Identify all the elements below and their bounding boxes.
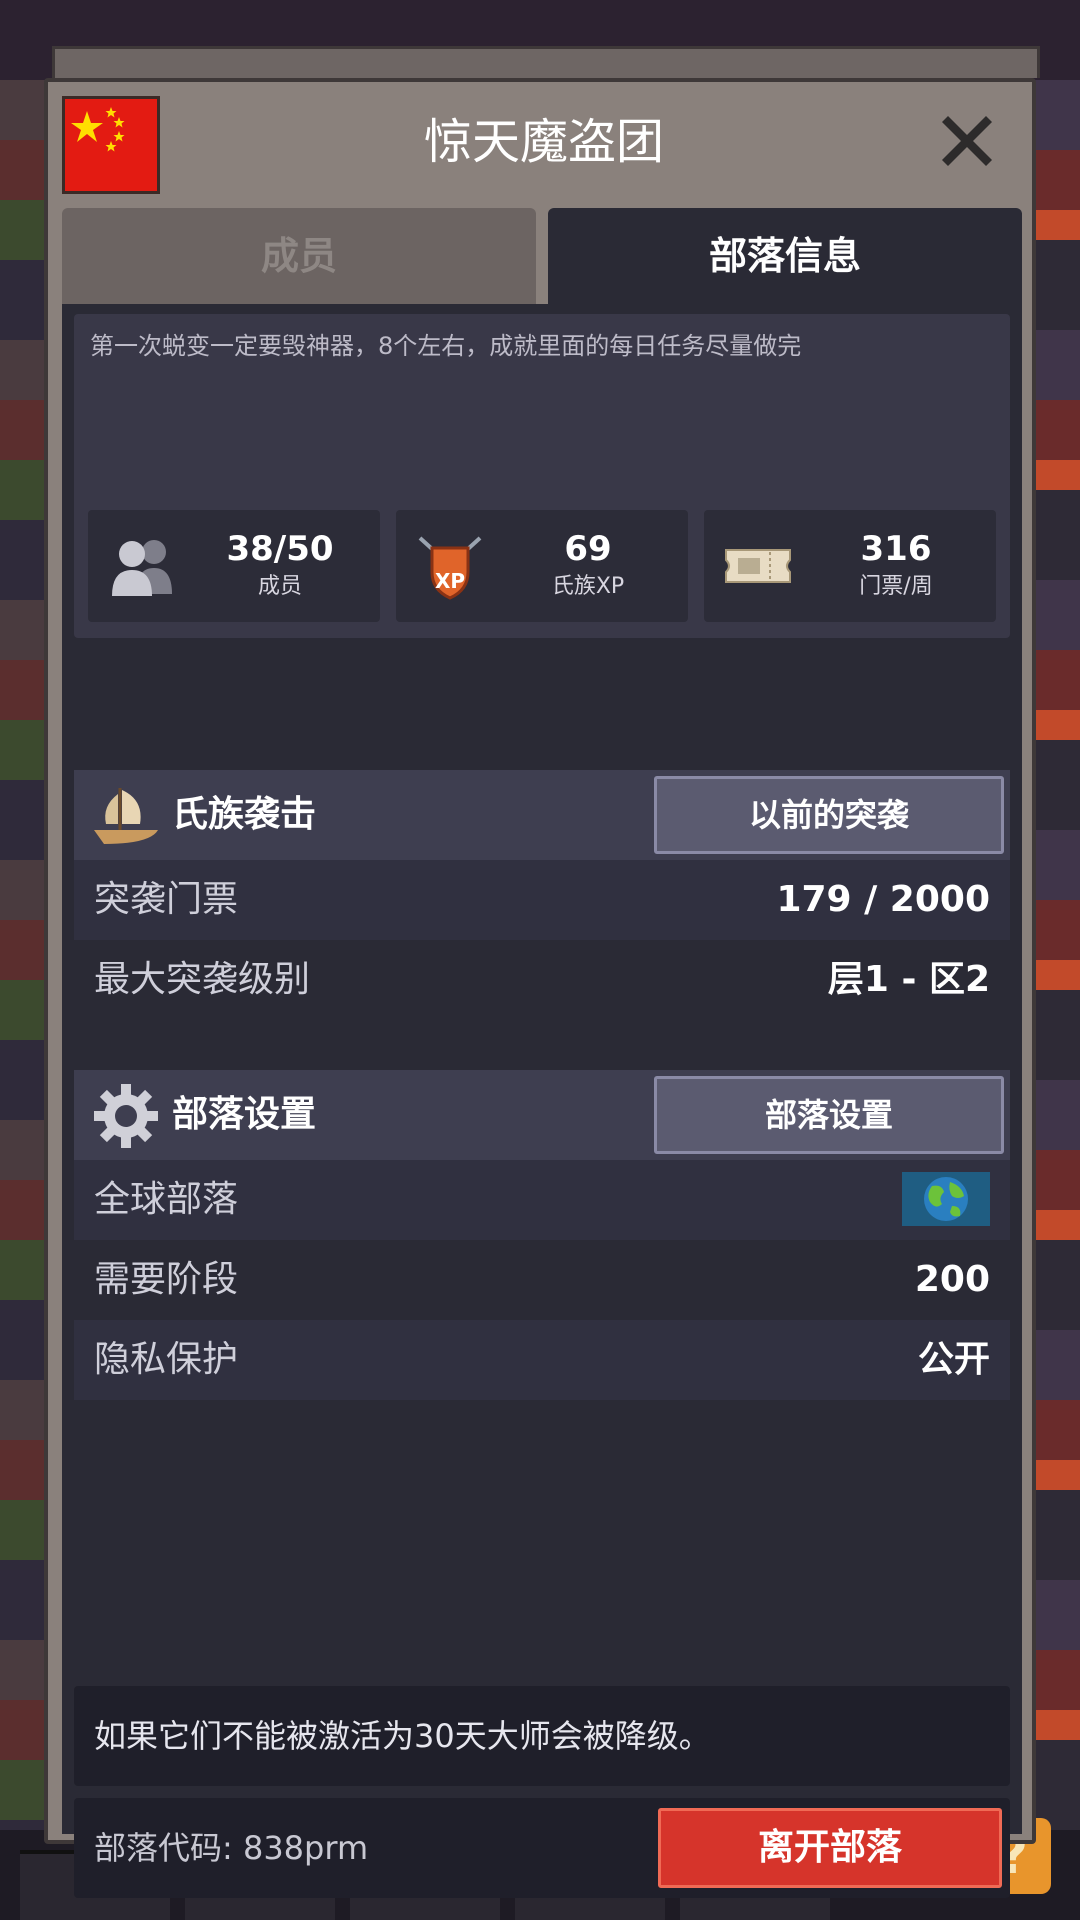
raid-tickets-label: 突袭门票 [94,879,239,920]
clan-info-panel: 第一次蜕变一定要毁神器，8个左右，成就里面的每日任务尽量做完 38/50 成员 … [62,304,1022,1898]
clan-settings-header: 部落设置 部落设置 [74,1070,1010,1160]
stat-clan-xp: XP 69 氏族XP [396,510,688,622]
tickets-value: 316 [860,529,932,569]
required-stage-label: 需要阶段 [94,1259,239,1300]
close-button[interactable] [932,106,1002,176]
required-stage-row: 需要阶段 200 [74,1240,1010,1320]
clan-raid-title: 氏族袭击 [172,794,317,835]
close-x-icon [942,116,992,166]
stat-tickets: 316 门票/周 [704,510,996,622]
demotion-notice: 如果它们不能被激活为30天大师会被降级。 [74,1686,1010,1786]
raid-tickets-value: 179 / 2000 [776,879,990,920]
clan-description: 第一次蜕变一定要毁神器，8个左右，成就里面的每日任务尽量做完 [90,332,802,360]
privacy-value: 公开 [917,1339,990,1380]
global-clan-row: 全球部落 [74,1160,1010,1240]
globe-icon [902,1172,990,1226]
clan-settings-button[interactable]: 部落设置 [654,1076,1004,1154]
clan-raid-header: 氏族袭击 以前的突袭 [74,770,1010,860]
raid-tickets-row: 突袭门票 179 / 2000 [74,860,1010,940]
tab-clan-info[interactable]: 部落信息 [548,208,1022,304]
members-label: 成员 [257,574,302,599]
clan-xp-shield-icon: XP [418,536,482,600]
clan-code: 部落代码: 838prm [94,1829,369,1867]
gear-icon [94,1084,158,1148]
demotion-notice-text: 如果它们不能被激活为30天大师会被降级。 [94,1717,711,1755]
xp-icon-text: XP [435,569,465,593]
clan-info-dialog: 惊天魔盗团 成员 部落信息 第一次蜕变一定要毁神器，8个左右，成就里面的每日任务… [44,78,1036,1898]
required-stage-value: 200 [914,1259,990,1300]
clan-footer: 部落代码: 838prm 离开部落 [74,1798,1010,1898]
clan-xp-label: 氏族XP [551,574,625,599]
privacy-row: 隐私保护 公开 [74,1320,1010,1400]
background-left-strip [0,80,48,1920]
tab-members[interactable]: 成员 [62,208,536,304]
max-raid-level-value: 层1 - 区2 [827,959,990,1000]
max-raid-level-row: 最大突袭级别 层1 - 区2 [74,940,1010,1020]
ship-icon [94,788,158,844]
china-flag-icon [62,96,160,194]
ticket-icon [725,549,791,583]
global-clan-label: 全球部落 [94,1179,239,1220]
dialog-back-frame [52,46,1040,78]
background-right-strip [1032,80,1080,1920]
members-count: 38/50 [226,529,334,569]
clan-settings-title: 部落设置 [172,1094,317,1135]
clan-name-title: 惊天魔盗团 [423,114,664,170]
max-raid-level-label: 最大突袭级别 [94,959,311,1000]
leave-clan-button[interactable]: 离开部落 [658,1808,1002,1888]
members-icon [112,540,172,596]
privacy-label: 隐私保护 [94,1339,239,1380]
clan-xp-value: 69 [564,529,612,569]
description-box: 第一次蜕变一定要毁神器，8个左右，成就里面的每日任务尽量做完 38/50 成员 … [74,314,1010,638]
previous-raids-button[interactable]: 以前的突袭 [654,776,1004,854]
tickets-label: 门票/周 [859,574,933,599]
stat-members: 38/50 成员 [88,510,380,622]
